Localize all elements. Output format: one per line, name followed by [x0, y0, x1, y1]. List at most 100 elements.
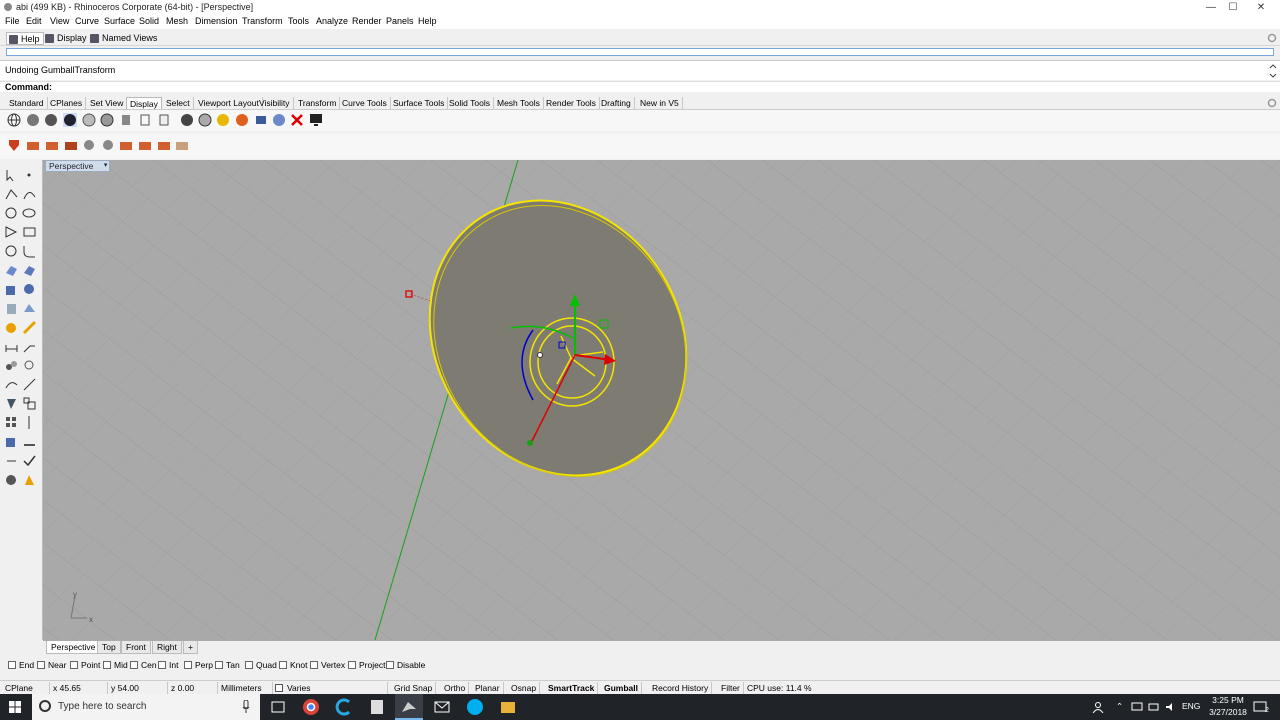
- stack-icon-2[interactable]: [45, 138, 59, 152]
- viewport-title[interactable]: Perspective ▾: [45, 160, 111, 172]
- osnap-int[interactable]: Int: [158, 660, 178, 670]
- gumball-toggle[interactable]: Gumball: [601, 682, 643, 694]
- zebra-icon[interactable]: [272, 113, 286, 127]
- menu-transform[interactable]: Transform: [242, 16, 283, 26]
- split-icon[interactable]: [22, 377, 37, 392]
- chrome-icon[interactable]: [301, 697, 321, 717]
- view-tab-perspective[interactable]: Perspective: [46, 641, 101, 654]
- command-line[interactable]: Command:: [0, 81, 1280, 92]
- extrude-icon[interactable]: [4, 301, 19, 316]
- menu-solid[interactable]: Solid: [139, 16, 159, 26]
- mirror-icon[interactable]: [22, 415, 37, 430]
- mail-icon[interactable]: [432, 697, 452, 717]
- stack-icon-7[interactable]: [175, 138, 189, 152]
- menu-curve[interactable]: Curve: [75, 16, 99, 26]
- menu-dimension[interactable]: Dimension: [195, 16, 238, 26]
- box-icon[interactable]: [4, 282, 19, 297]
- color-sphere-icon[interactable]: [235, 113, 249, 127]
- skype-icon[interactable]: [465, 697, 485, 717]
- tab-drafting[interactable]: Drafting: [598, 97, 635, 109]
- cortana-c-icon[interactable]: [334, 697, 354, 717]
- mesh-icon[interactable]: [22, 301, 37, 316]
- tab-select[interactable]: Select: [163, 97, 194, 109]
- mesh-display-icon[interactable]: [198, 113, 212, 127]
- tab-solid-tools[interactable]: Solid Tools: [446, 97, 494, 109]
- osnap-disable[interactable]: Disable: [386, 660, 425, 670]
- windows-start-icon[interactable]: [9, 701, 21, 713]
- file-explorer-icon[interactable]: [498, 697, 518, 717]
- osnap-vertex[interactable]: Vertex: [310, 660, 345, 670]
- circle-icon[interactable]: [4, 206, 19, 221]
- osnap-cen[interactable]: Cen: [130, 660, 157, 670]
- osnap-knot[interactable]: Knot: [279, 660, 308, 670]
- osnap-quad[interactable]: Quad: [245, 660, 277, 670]
- technical-sphere-icon[interactable]: [100, 113, 114, 127]
- wireframe-sphere-icon[interactable]: [7, 113, 21, 127]
- network-icon[interactable]: [1131, 702, 1143, 712]
- app-window-icon[interactable]: [367, 697, 387, 717]
- tab-visibility[interactable]: Visibility: [256, 97, 294, 109]
- monitor-icon[interactable]: [309, 113, 323, 127]
- record-history-toggle[interactable]: Record History: [649, 682, 713, 694]
- leader-icon[interactable]: [22, 339, 37, 354]
- microphone-icon[interactable]: [242, 700, 250, 714]
- battery-icon[interactable]: [1148, 702, 1160, 712]
- osnap-near[interactable]: Near: [37, 660, 66, 670]
- check-icon[interactable]: [22, 453, 37, 468]
- tab-display[interactable]: Display: [126, 97, 162, 109]
- add-view-tab-button[interactable]: +: [183, 641, 198, 654]
- rectangle-icon[interactable]: [22, 225, 37, 240]
- solid-tools-icon[interactable]: [22, 282, 37, 297]
- close-button[interactable]: ✕: [1238, 0, 1280, 15]
- anchor-icon[interactable]: [82, 138, 96, 152]
- viewport-dropdown-icon[interactable]: ▾: [104, 161, 108, 171]
- toolbar-gear-icon[interactable]: [1267, 98, 1277, 108]
- perspective-viewport[interactable]: x y Perspective ▾: [43, 160, 1280, 640]
- osnap-mid[interactable]: Mid: [103, 660, 128, 670]
- gear-icon[interactable]: [1267, 33, 1277, 43]
- view-tab-front[interactable]: Front: [121, 641, 151, 654]
- people-icon[interactable]: [1092, 701, 1104, 713]
- history-scrollbar[interactable]: [1269, 63, 1277, 79]
- status-layer[interactable]: Varies: [273, 682, 388, 694]
- language-indicator[interactable]: ENG: [1182, 701, 1200, 711]
- polygon-icon[interactable]: [4, 225, 19, 240]
- osnap-end[interactable]: End: [8, 660, 34, 670]
- menu-edit[interactable]: Edit: [26, 16, 42, 26]
- stack-icon[interactable]: [26, 138, 40, 152]
- scale-icon[interactable]: [22, 396, 37, 411]
- render-icon[interactable]: [4, 320, 19, 335]
- stack-icon-3[interactable]: [64, 138, 78, 152]
- surface-tools-icon[interactable]: [22, 263, 37, 278]
- menu-tools[interactable]: Tools: [288, 16, 309, 26]
- tab-surface-tools[interactable]: Surface Tools: [390, 97, 449, 109]
- group-icon[interactable]: [4, 358, 19, 373]
- view-tab-top[interactable]: Top: [97, 641, 121, 654]
- xray-sphere-icon[interactable]: [82, 113, 96, 127]
- material-icon[interactable]: [4, 472, 19, 487]
- array-icon[interactable]: [4, 415, 19, 430]
- taskbar-search-box[interactable]: Type here to search: [32, 694, 260, 720]
- menu-help[interactable]: Help: [418, 16, 437, 26]
- tab-transform[interactable]: Transform: [295, 97, 341, 109]
- filter-toggle[interactable]: Filter: [718, 682, 744, 694]
- flatten-icon[interactable]: [22, 434, 37, 449]
- arc-icon[interactable]: [4, 244, 19, 259]
- ellipse-icon[interactable]: [22, 206, 37, 221]
- explode-icon[interactable]: [22, 358, 37, 373]
- osnap-project[interactable]: Project: [348, 660, 385, 670]
- task-view-icon[interactable]: [268, 697, 288, 717]
- menu-analyze[interactable]: Analyze: [316, 16, 348, 26]
- menu-panels[interactable]: Panels: [386, 16, 414, 26]
- rendered-sphere-icon[interactable]: [44, 113, 58, 127]
- menu-surface[interactable]: Surface: [104, 16, 135, 26]
- fillet-curve-icon[interactable]: [22, 244, 37, 259]
- curve-icon[interactable]: [22, 187, 37, 202]
- osnap-toggle[interactable]: Osnap: [508, 682, 541, 694]
- tray-chevron-icon[interactable]: ⌃: [1116, 701, 1123, 712]
- status-units[interactable]: Millimeters: [218, 682, 273, 694]
- tab-standard[interactable]: Standard: [6, 97, 48, 109]
- tab-curve-tools[interactable]: Curve Tools: [339, 97, 391, 109]
- shaded-sphere-icon[interactable]: [26, 113, 40, 127]
- pen-icon[interactable]: [138, 113, 152, 127]
